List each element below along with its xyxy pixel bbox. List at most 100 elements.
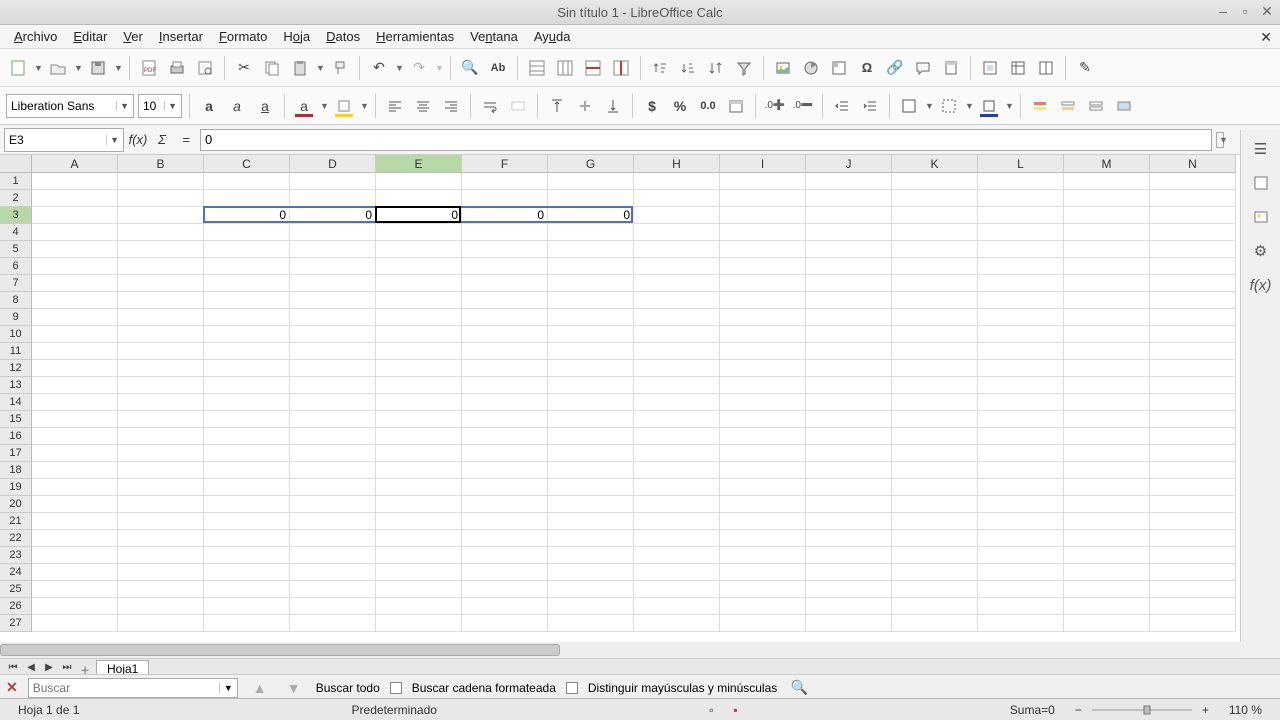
cell[interactable] bbox=[720, 547, 806, 564]
cell[interactable] bbox=[634, 598, 720, 615]
indent-dec-icon[interactable] bbox=[830, 94, 854, 118]
cell[interactable] bbox=[1150, 207, 1236, 224]
cell[interactable] bbox=[634, 360, 720, 377]
cell[interactable] bbox=[462, 309, 548, 326]
cell[interactable] bbox=[376, 479, 462, 496]
cell[interactable] bbox=[634, 530, 720, 547]
cell[interactable] bbox=[376, 428, 462, 445]
cell[interactable] bbox=[32, 224, 118, 241]
cell[interactable] bbox=[376, 530, 462, 547]
cell[interactable] bbox=[1064, 428, 1150, 445]
cell[interactable] bbox=[32, 377, 118, 394]
cell[interactable] bbox=[548, 292, 634, 309]
cell[interactable] bbox=[32, 462, 118, 479]
cell[interactable] bbox=[204, 530, 290, 547]
cell[interactable] bbox=[634, 547, 720, 564]
chart-icon[interactable] bbox=[799, 56, 823, 80]
matchcase-checkbox[interactable] bbox=[566, 682, 578, 694]
cell[interactable] bbox=[806, 496, 892, 513]
cell[interactable] bbox=[118, 428, 204, 445]
cell[interactable] bbox=[1064, 258, 1150, 275]
cell[interactable] bbox=[978, 598, 1064, 615]
cell[interactable] bbox=[290, 428, 376, 445]
cell[interactable] bbox=[548, 598, 634, 615]
cell[interactable] bbox=[978, 462, 1064, 479]
cell[interactable] bbox=[290, 530, 376, 547]
cell[interactable] bbox=[548, 445, 634, 462]
cell[interactable] bbox=[892, 292, 978, 309]
column-header[interactable]: C bbox=[204, 155, 290, 173]
cell[interactable] bbox=[462, 173, 548, 190]
cell[interactable] bbox=[1150, 598, 1236, 615]
cell[interactable] bbox=[290, 241, 376, 258]
cell[interactable] bbox=[118, 479, 204, 496]
cell[interactable] bbox=[376, 513, 462, 530]
highlight-icon[interactable] bbox=[332, 94, 356, 118]
cell[interactable] bbox=[204, 615, 290, 632]
cell[interactable] bbox=[376, 462, 462, 479]
del-row-icon[interactable] bbox=[581, 56, 605, 80]
cell[interactable] bbox=[978, 394, 1064, 411]
cell[interactable] bbox=[720, 462, 806, 479]
cell[interactable] bbox=[376, 173, 462, 190]
cell[interactable] bbox=[376, 258, 462, 275]
cell[interactable] bbox=[376, 241, 462, 258]
cell[interactable] bbox=[978, 258, 1064, 275]
cell[interactable] bbox=[720, 275, 806, 292]
cell[interactable] bbox=[118, 224, 204, 241]
column-header[interactable]: L bbox=[978, 155, 1064, 173]
menu-ver[interactable]: Ver bbox=[115, 26, 151, 47]
undo-icon[interactable]: ↶ bbox=[367, 56, 391, 80]
functions-icon[interactable]: f(x) bbox=[1250, 274, 1272, 296]
font-size-combo[interactable]: ▼ bbox=[138, 94, 182, 118]
cell[interactable] bbox=[892, 173, 978, 190]
cell[interactable] bbox=[1064, 394, 1150, 411]
cell[interactable] bbox=[720, 564, 806, 581]
function-wizard-icon[interactable]: f(x) bbox=[128, 132, 148, 147]
cell[interactable] bbox=[1150, 564, 1236, 581]
cell[interactable] bbox=[1150, 343, 1236, 360]
cell[interactable] bbox=[462, 479, 548, 496]
cell[interactable] bbox=[204, 598, 290, 615]
cell[interactable] bbox=[376, 581, 462, 598]
row-header[interactable]: 6 bbox=[0, 258, 32, 275]
cell[interactable] bbox=[978, 496, 1064, 513]
cell[interactable] bbox=[32, 496, 118, 513]
cell[interactable] bbox=[1150, 258, 1236, 275]
cell[interactable] bbox=[978, 224, 1064, 241]
cell[interactable] bbox=[1150, 190, 1236, 207]
menu-herramientas[interactable]: Herramientas bbox=[368, 26, 462, 47]
row-header[interactable]: 16 bbox=[0, 428, 32, 445]
cell[interactable] bbox=[204, 241, 290, 258]
find-icon[interactable]: 🔍 bbox=[458, 56, 482, 80]
cell[interactable] bbox=[462, 564, 548, 581]
cell[interactable] bbox=[1150, 309, 1236, 326]
cell[interactable] bbox=[118, 190, 204, 207]
copy-icon[interactable] bbox=[260, 56, 284, 80]
cell[interactable] bbox=[462, 411, 548, 428]
equals-icon[interactable]: = bbox=[176, 132, 196, 147]
cell[interactable] bbox=[118, 309, 204, 326]
cell[interactable] bbox=[806, 190, 892, 207]
cell[interactable] bbox=[204, 377, 290, 394]
open-icon[interactable] bbox=[46, 56, 70, 80]
cell[interactable] bbox=[118, 377, 204, 394]
clone-format-icon[interactable] bbox=[328, 56, 352, 80]
cell[interactable] bbox=[32, 445, 118, 462]
row-header[interactable]: 3 bbox=[0, 207, 32, 224]
define-range-icon[interactable] bbox=[978, 56, 1002, 80]
cell[interactable] bbox=[806, 394, 892, 411]
cell[interactable] bbox=[118, 343, 204, 360]
cell[interactable] bbox=[32, 292, 118, 309]
cell[interactable] bbox=[290, 479, 376, 496]
number-icon[interactable]: 0.0 bbox=[696, 94, 720, 118]
del-decimal-icon[interactable]: .0➖ bbox=[791, 94, 815, 118]
cell[interactable] bbox=[376, 394, 462, 411]
cell[interactable] bbox=[720, 530, 806, 547]
comment-icon[interactable] bbox=[911, 56, 935, 80]
font-name-input[interactable] bbox=[11, 99, 113, 113]
cell[interactable] bbox=[634, 394, 720, 411]
sort-desc-icon[interactable] bbox=[676, 56, 700, 80]
cell[interactable] bbox=[548, 496, 634, 513]
align-top-icon[interactable] bbox=[545, 94, 569, 118]
